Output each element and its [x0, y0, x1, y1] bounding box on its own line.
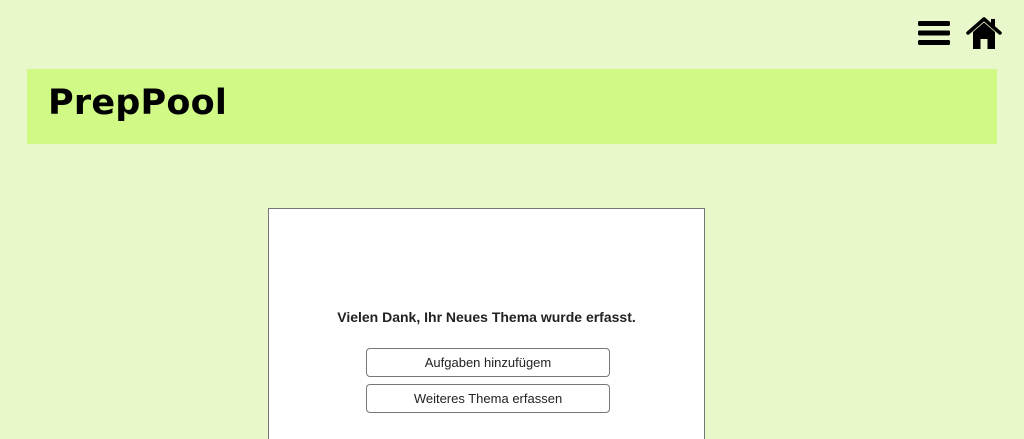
add-tasks-button[interactable]: Aufgaben hinzufügem: [366, 348, 610, 377]
page: PrepPool Vielen Dank, Ihr Neues Thema wu…: [0, 0, 1024, 439]
confirmation-message: Vielen Dank, Ihr Neues Thema wurde erfas…: [337, 309, 636, 325]
confirmation-card: Vielen Dank, Ihr Neues Thema wurde erfas…: [268, 208, 705, 439]
app-title: PrepPool: [48, 83, 228, 123]
home-icon[interactable]: [966, 16, 1002, 55]
add-another-topic-button[interactable]: Weiteres Thema erfassen: [366, 384, 610, 413]
hamburger-menu-icon[interactable]: [918, 20, 950, 51]
top-toolbar: [918, 16, 1002, 55]
header-banner: PrepPool: [27, 69, 997, 144]
